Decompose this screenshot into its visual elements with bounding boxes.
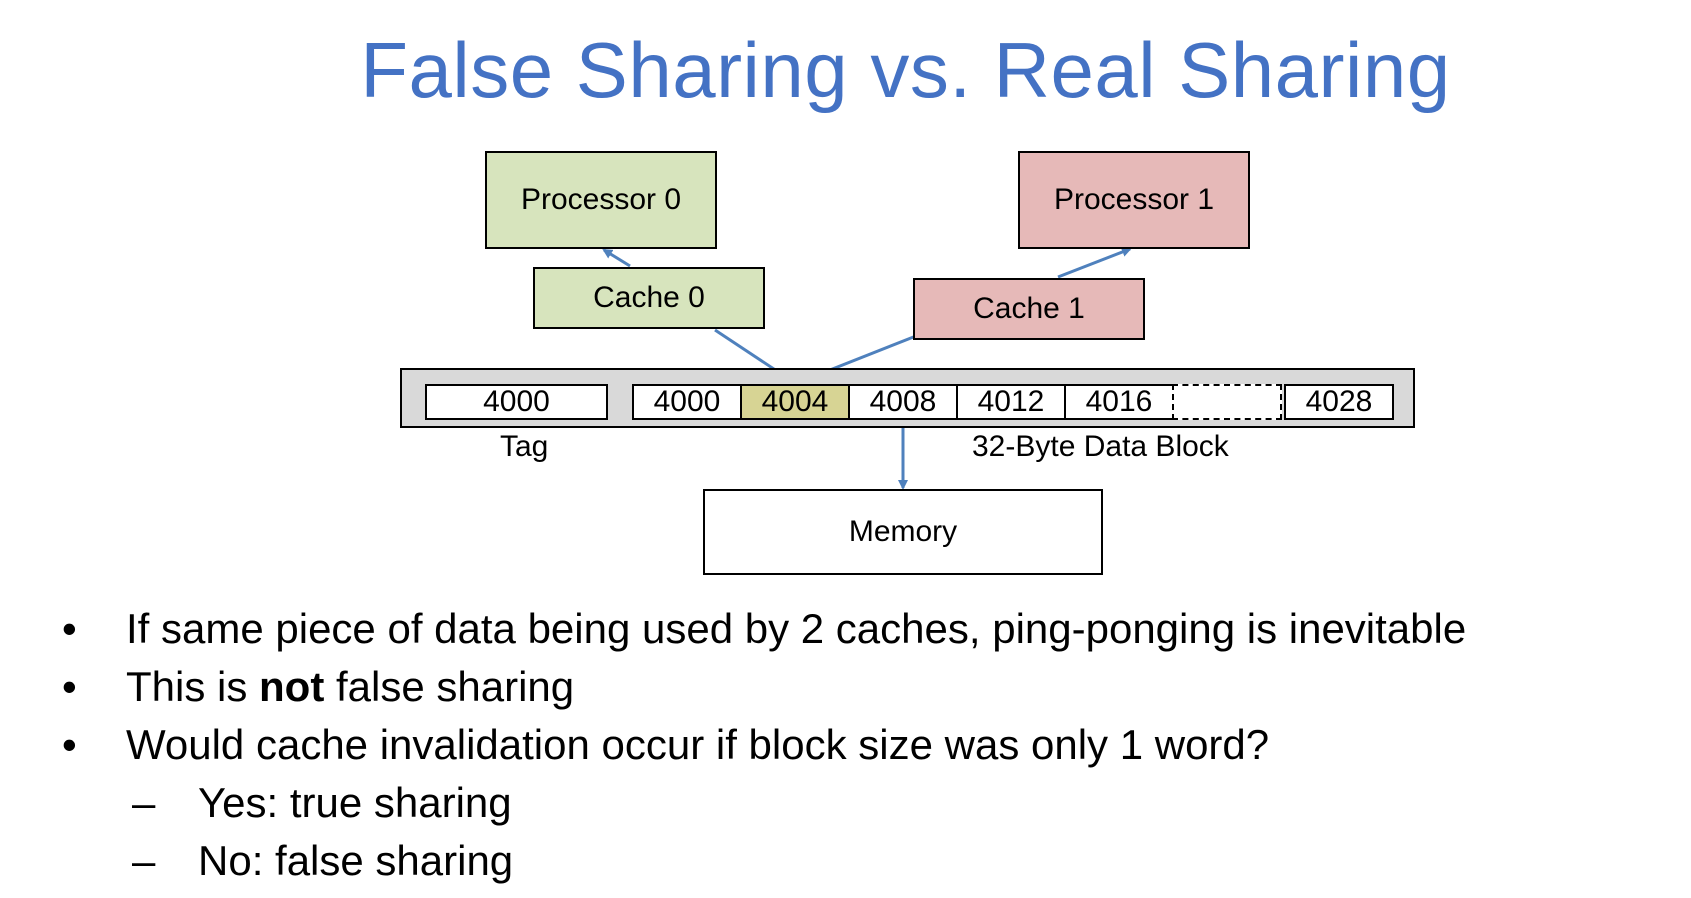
tag-cell: 4000 xyxy=(425,384,608,420)
bullet-dot-icon: • xyxy=(62,721,77,768)
memory-box: Memory xyxy=(703,489,1103,575)
cache-line: 4000 4000 4004 4008 4012 4016 4028 xyxy=(400,368,1415,428)
memory-label: Memory xyxy=(848,515,958,548)
bullet-text-pre: This is xyxy=(126,663,260,710)
bullet-text: If same piece of data being used by 2 ca… xyxy=(126,605,1467,652)
cache-0-box: Cache 0 xyxy=(533,267,765,329)
block-label: 32-Byte Data Block xyxy=(972,430,1229,463)
arrow-cache1-to-processor1 xyxy=(1057,247,1132,279)
bullet-text: Would cache invalidation occur if block … xyxy=(126,721,1270,768)
data-word-4016: 4016 xyxy=(1064,384,1174,420)
bullet-dot-icon: • xyxy=(62,663,77,710)
bullet-item: • Would cache invalidation occur if bloc… xyxy=(60,716,1466,774)
processor-1-label: Processor 1 xyxy=(1053,183,1215,216)
data-word-4004: 4004 xyxy=(740,384,850,420)
data-word-4000: 4000 xyxy=(632,384,742,420)
bullet-dot-icon: • xyxy=(62,605,77,652)
bullet-item: • If same piece of data being used by 2 … xyxy=(60,600,1466,658)
sub-bullet-text: Yes: true sharing xyxy=(198,779,512,826)
cache-0-label: Cache 0 xyxy=(593,281,705,314)
sub-bullet-item: – Yes: true sharing xyxy=(60,774,1466,832)
data-word-4008: 4008 xyxy=(848,384,958,420)
sub-bullet-item: – No: false sharing xyxy=(60,832,1466,890)
data-word-4028: 4028 xyxy=(1284,384,1394,420)
arrow-cache0-to-processor0 xyxy=(602,248,631,268)
data-word-elided xyxy=(1172,384,1282,420)
bullet-text-post: false sharing xyxy=(324,663,575,710)
cache-1-label: Cache 1 xyxy=(973,292,1085,325)
dash-icon: – xyxy=(132,837,156,884)
cache-1-box: Cache 1 xyxy=(913,278,1145,340)
processor-1-box: Processor 1 xyxy=(1018,151,1250,249)
dash-icon: – xyxy=(132,779,156,826)
bullet-list: • If same piece of data being used by 2 … xyxy=(60,600,1466,890)
processor-0-box: Processor 0 xyxy=(485,151,717,249)
tag-label: Tag xyxy=(500,430,549,463)
bullet-item: • This is not false sharing xyxy=(60,658,1466,716)
processor-0-label: Processor 0 xyxy=(520,183,682,216)
bullet-text-bold: not xyxy=(259,663,325,710)
sub-bullet-text: No: false sharing xyxy=(198,837,514,884)
data-word-4012: 4012 xyxy=(956,384,1066,420)
